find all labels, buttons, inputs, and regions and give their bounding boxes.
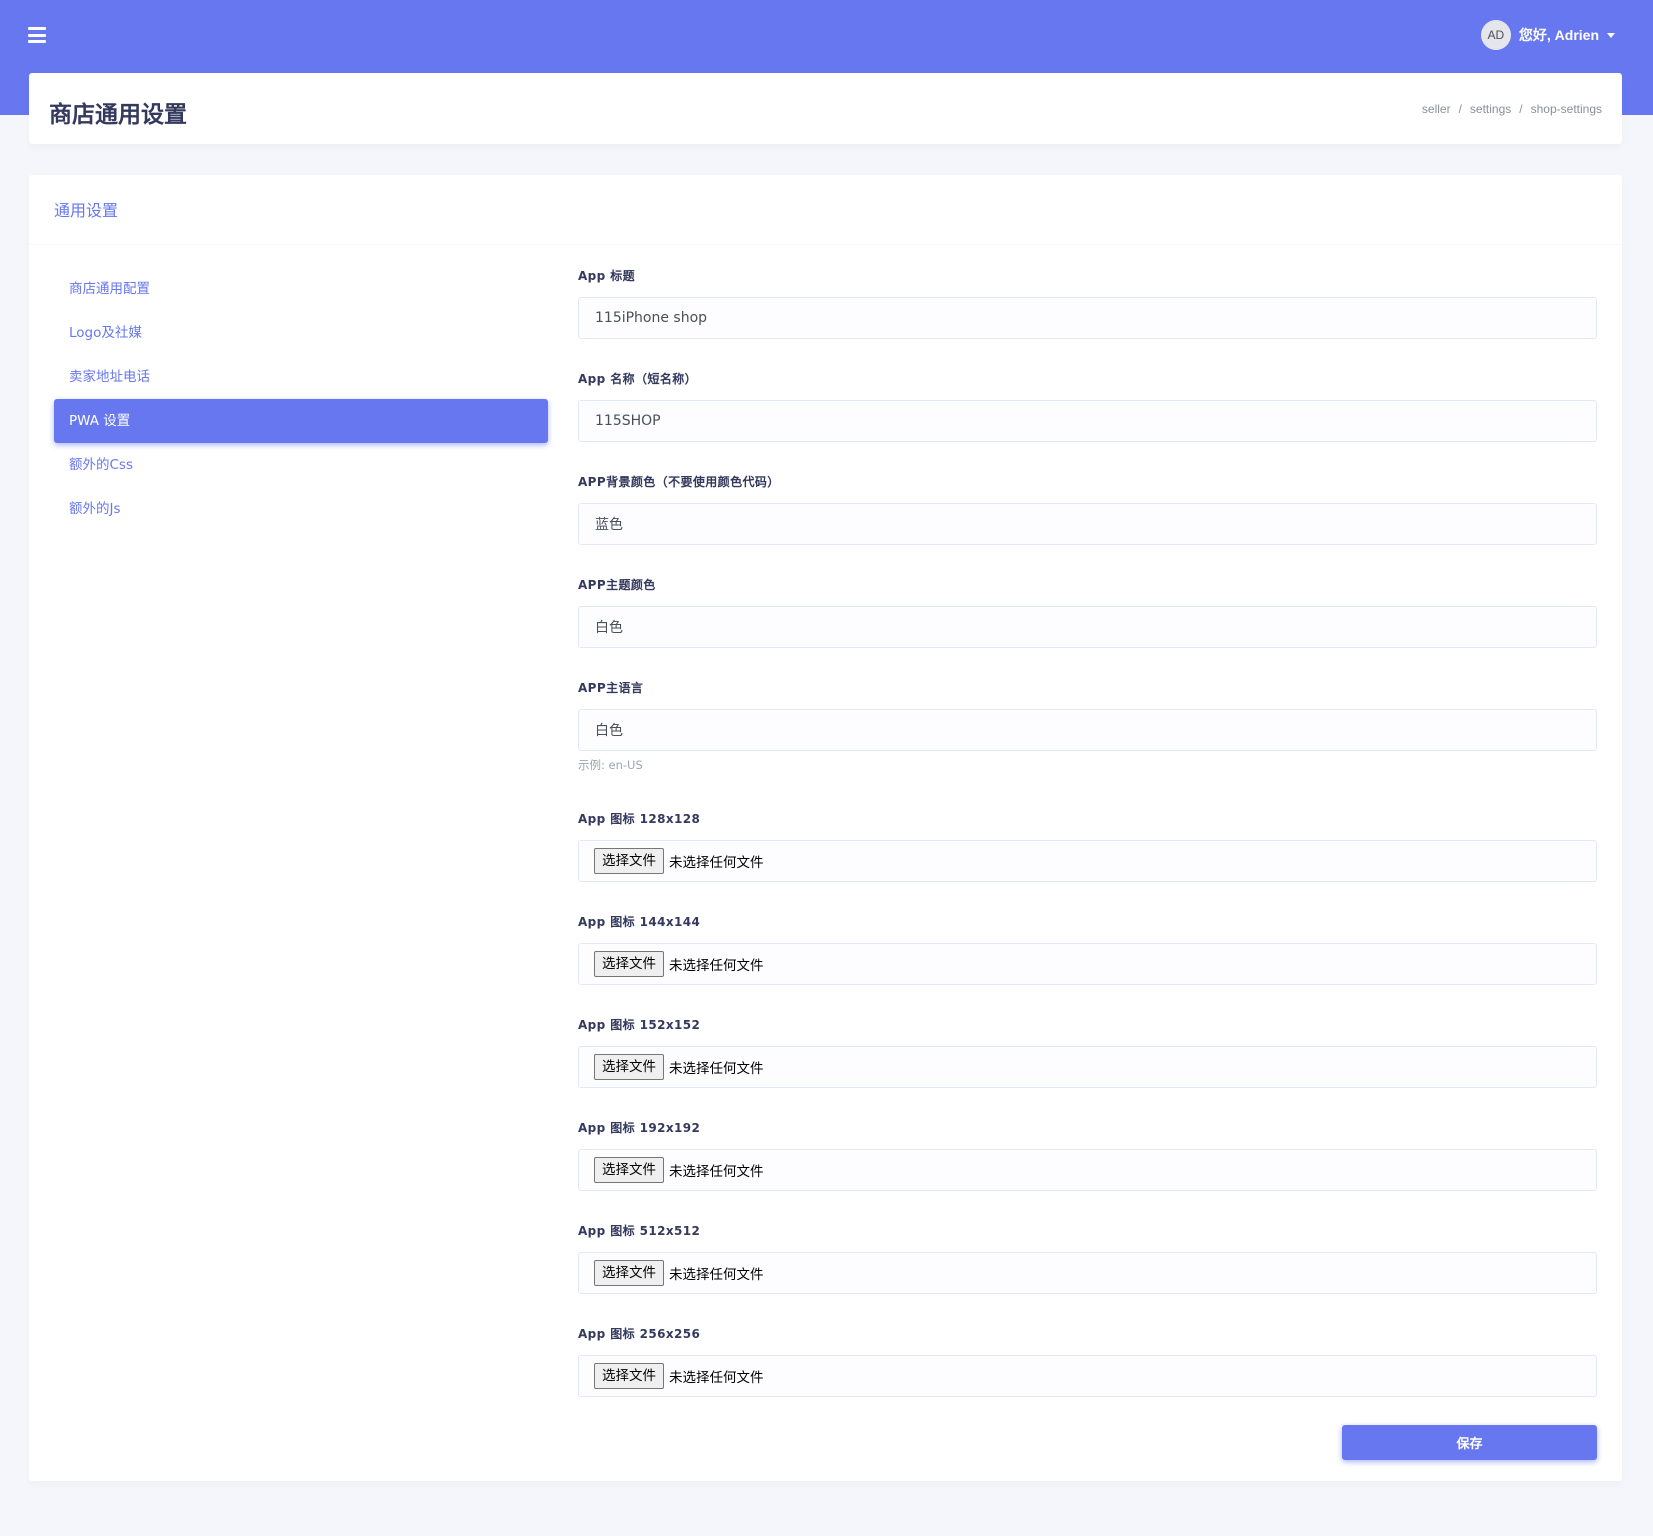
choose-file-button[interactable]: 选择文件 <box>594 848 664 874</box>
user-greeting[interactable]: 您好, Adrien <box>1519 25 1599 45</box>
user-dropdown[interactable]: AD 您好, Adrien <box>1480 20 1615 50</box>
icon-512-file-input[interactable]: 选择文件 未选择任何文件 <box>578 1252 1597 1294</box>
choose-file-button[interactable]: 选择文件 <box>594 1260 664 1286</box>
form-group-icon-152: App 图标 152x152 选择文件 未选择任何文件 <box>578 1016 1597 1088</box>
form-group-icon-512: App 图标 512x512 选择文件 未选择任何文件 <box>578 1222 1597 1294</box>
card-title: 通用设置 <box>54 201 119 220</box>
form-group-bg-color: APP背景颜色（不要使用颜色代码） <box>578 473 1597 545</box>
save-button[interactable]: 保存 <box>1342 1425 1597 1460</box>
settings-nav: 商店通用配置 Logo及社媒 卖家地址电话 PWA 设置 额外的Css 额外的J… <box>54 267 548 531</box>
app-name-input[interactable] <box>578 400 1597 442</box>
nav-item-shop-general[interactable]: 商店通用配置 <box>54 267 548 311</box>
form-group-language: APP主语言 示例: en-US <box>578 679 1597 772</box>
page-header: 商店通用设置 seller / settings / shop-settings <box>29 73 1622 144</box>
icon-128-label: App 图标 128x128 <box>578 812 701 826</box>
icon-144-file-input[interactable]: 选择文件 未选择任何文件 <box>578 943 1597 985</box>
app-title-input[interactable] <box>578 297 1597 339</box>
nav-item-seller-address[interactable]: 卖家地址电话 <box>54 355 548 399</box>
file-status: 未选择任何文件 <box>669 958 764 974</box>
theme-color-input[interactable] <box>578 606 1597 648</box>
breadcrumb-item-shop-settings: shop-settings <box>1530 102 1602 116</box>
app-name-label: App 名称（短名称） <box>578 372 698 386</box>
caret-down-icon[interactable] <box>1607 32 1615 38</box>
bg-color-input[interactable] <box>578 503 1597 545</box>
choose-file-button[interactable]: 选择文件 <box>594 1054 664 1080</box>
icon-192-label: App 图标 192x192 <box>578 1121 701 1135</box>
choose-file-button[interactable]: 选择文件 <box>594 1157 664 1183</box>
form-group-icon-192: App 图标 192x192 选择文件 未选择任何文件 <box>578 1119 1597 1191</box>
nav-item-pwa-settings[interactable]: PWA 设置 <box>54 399 548 443</box>
icon-512-label: App 图标 512x512 <box>578 1224 701 1238</box>
file-status: 未选择任何文件 <box>669 1164 764 1180</box>
form-group-icon-144: App 图标 144x144 选择文件 未选择任何文件 <box>578 913 1597 985</box>
icon-256-file-input[interactable]: 选择文件 未选择任何文件 <box>578 1355 1597 1397</box>
language-label: APP主语言 <box>578 681 644 695</box>
icon-256-label: App 图标 256x256 <box>578 1327 701 1341</box>
settings-card: 通用设置 商店通用配置 Logo及社媒 卖家地址电话 PWA 设置 额外的Css… <box>29 175 1622 1481</box>
page-title: 商店通用设置 <box>49 102 187 128</box>
breadcrumb-item-seller[interactable]: seller <box>1422 102 1451 116</box>
file-status: 未选择任何文件 <box>669 1267 764 1283</box>
language-input[interactable] <box>578 709 1597 751</box>
breadcrumb-separator: / <box>1519 102 1523 116</box>
icon-152-file-input[interactable]: 选择文件 未选择任何文件 <box>578 1046 1597 1088</box>
app-title-label: App 标题 <box>578 269 636 283</box>
form-group-app-name: App 名称（短名称） <box>578 370 1597 442</box>
breadcrumb-item-settings[interactable]: settings <box>1470 102 1511 116</box>
nav-item-logo-social[interactable]: Logo及社媒 <box>54 311 548 355</box>
breadcrumb-separator: / <box>1458 102 1462 116</box>
icon-192-file-input[interactable]: 选择文件 未选择任何文件 <box>578 1149 1597 1191</box>
file-status: 未选择任何文件 <box>669 1370 764 1386</box>
bg-color-label: APP背景颜色（不要使用颜色代码） <box>578 475 780 489</box>
card-header: 通用设置 <box>29 175 1622 245</box>
theme-color-label: APP主题颜色 <box>578 578 656 592</box>
language-help-text: 示例: en-US <box>578 758 643 772</box>
breadcrumb: seller / settings / shop-settings <box>1422 102 1602 116</box>
icon-152-label: App 图标 152x152 <box>578 1018 701 1032</box>
icon-128-file-input[interactable]: 选择文件 未选择任何文件 <box>578 840 1597 882</box>
avatar[interactable]: AD <box>1480 20 1511 50</box>
icon-144-label: App 图标 144x144 <box>578 915 701 929</box>
form-group-icon-128: App 图标 128x128 选择文件 未选择任何文件 <box>578 810 1597 882</box>
choose-file-button[interactable]: 选择文件 <box>594 1363 664 1389</box>
hamburger-icon[interactable] <box>28 27 46 43</box>
form-group-theme-color: APP主题颜色 <box>578 576 1597 648</box>
choose-file-button[interactable]: 选择文件 <box>594 951 664 977</box>
form-group-app-title: App 标题 <box>578 267 1597 339</box>
form-group-icon-256: App 图标 256x256 选择文件 未选择任何文件 <box>578 1325 1597 1397</box>
file-status: 未选择任何文件 <box>669 855 764 871</box>
file-status: 未选择任何文件 <box>669 1061 764 1077</box>
nav-item-extra-css[interactable]: 额外的Css <box>54 443 548 487</box>
nav-item-extra-js[interactable]: 额外的Js <box>54 487 548 531</box>
